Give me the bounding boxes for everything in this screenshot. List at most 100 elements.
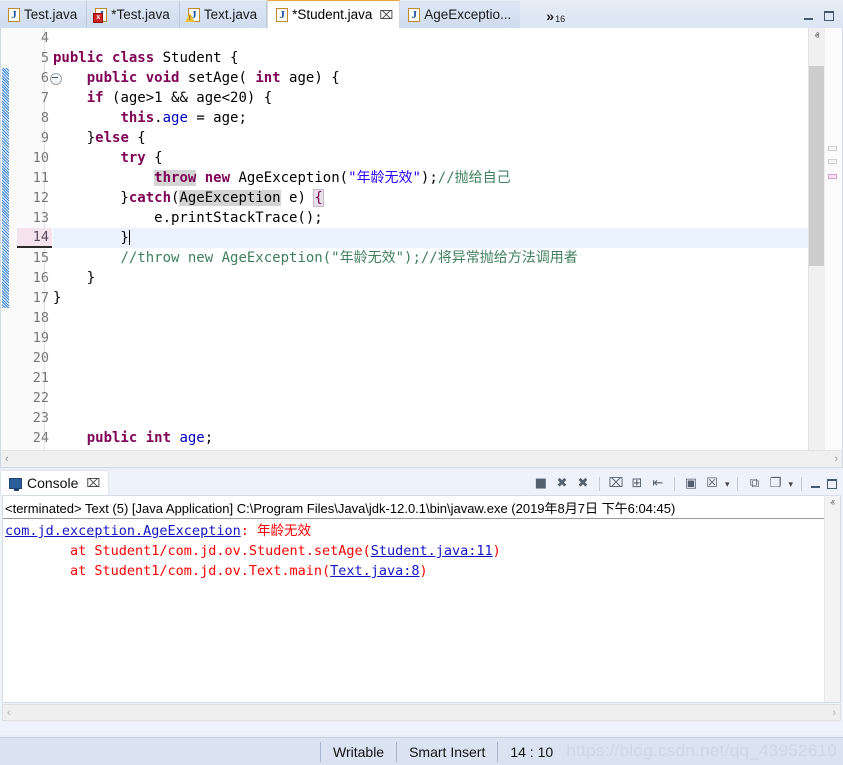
code-line[interactable]: throw new AgeException("年龄无效");//抛给自己: [53, 168, 842, 188]
hscroll-right-arrow-icon[interactable]: ›: [832, 707, 836, 719]
console-text: at Student1/com.jd.ov.Text.main(: [5, 563, 330, 579]
tab-overflow-button[interactable]: » 16: [546, 8, 565, 28]
code-token: e): [281, 190, 315, 206]
editor-tab-studentjava[interactable]: *Student.java ⌧: [267, 0, 400, 29]
hscroll-left-arrow-icon[interactable]: ‹: [7, 707, 11, 719]
editor-tab-textjava[interactable]: Text.java: [180, 1, 267, 28]
maximize-icon[interactable]: [826, 479, 837, 489]
code-line[interactable]: //throw new AgeException("年龄无效");//将异常抛给…: [53, 248, 842, 268]
stack-trace-link[interactable]: Text.java:8: [330, 563, 419, 579]
editor-overview-ruler[interactable]: [824, 28, 842, 450]
code-line[interactable]: [53, 408, 842, 428]
code-area[interactable]: 4 5 6 7 8 9 10 11 12 13 14 15 16 17 18 19 20 21 22 23 24 pub…: [1, 28, 842, 467]
console-horizontal-scrollbar[interactable]: ‹ ›: [2, 704, 841, 721]
scroll-up-arrow-icon[interactable]: ⱏ: [825, 496, 840, 511]
code-line[interactable]: [53, 348, 842, 368]
code-line[interactable]: this.age = age;: [53, 108, 842, 128]
console-output-line: at Student1/com.jd.ov.Student.setAge(Stu…: [3, 541, 840, 561]
new-console-view-button[interactable]: ❐: [767, 476, 783, 492]
code-line[interactable]: if (age>1 && age<20) {: [53, 88, 842, 108]
minimize-icon[interactable]: [803, 11, 814, 21]
code-line[interactable]: e.printStackTrace();: [53, 208, 842, 228]
terminate-remove-button[interactable]: ✖: [554, 476, 570, 492]
clear-console-icon: ⌧: [608, 476, 624, 492]
code-line[interactable]: [53, 328, 842, 348]
java-file-icon: [276, 8, 288, 22]
code-line[interactable]: [53, 368, 842, 388]
code-token: setAge(: [188, 70, 255, 86]
java-file-icon: [408, 8, 420, 22]
code-token: void: [146, 70, 188, 86]
code-editor[interactable]: 4 5 6 7 8 9 10 11 12 13 14 15 16 17 18 19 20 21 22 23 24 pub…: [0, 28, 843, 468]
editor-vertical-scrollbar[interactable]: ⱏ ⱟ: [808, 28, 825, 450]
console-output-panel[interactable]: <terminated> Text (5) [Java Application]…: [2, 495, 841, 703]
code-token: public: [53, 50, 112, 66]
code-token: }: [53, 230, 129, 246]
remove-all-terminated-button[interactable]: ✖: [575, 476, 591, 492]
tab-overflow-count: 16: [555, 14, 565, 24]
show-console-when-output-button[interactable]: ⇤: [650, 476, 666, 492]
code-lines[interactable]: public class Student { public void setAg…: [45, 28, 842, 467]
code-line[interactable]: [53, 308, 842, 328]
hscroll-left-arrow-icon[interactable]: ‹: [5, 453, 9, 465]
scroll-lock-button[interactable]: ⊞: [629, 476, 645, 492]
close-icon[interactable]: ⌧: [379, 9, 393, 21]
console-vertical-scrollbar[interactable]: ⱏ ⱟ: [824, 496, 840, 702]
stack-trace-link[interactable]: Student.java:11: [371, 543, 493, 559]
tab-console[interactable]: Console ⌧: [0, 470, 109, 495]
remove-all-terminated-icon: ✖: [575, 476, 591, 492]
console-view: Console ⌧ ■ ✖ ✖ ⌧ ⊞ ⇤ ▣ ☒ ▾ ⧉ ❐ ▾ <terminated> Text…: [0, 470, 843, 735]
code-token: (age>1 && age<20) {: [112, 90, 272, 106]
editor-scrollbar-thumb[interactable]: [809, 66, 825, 266]
clear-console-button[interactable]: ⌧: [608, 476, 624, 492]
code-line[interactable]: }: [53, 228, 842, 248]
code-token: [53, 110, 120, 126]
scroll-down-arrow-icon[interactable]: ⱟ: [825, 687, 840, 702]
editor-tab-testjava[interactable]: x *Test.java: [87, 1, 180, 28]
scroll-up-arrow-icon[interactable]: ⱏ: [809, 28, 825, 45]
warning-badge-icon: [185, 13, 195, 22]
editor-horizontal-scrollbar[interactable]: ‹ ›: [1, 450, 842, 467]
code-line[interactable]: }catch(AgeException e) {: [53, 188, 842, 208]
stop-icon: ■: [533, 476, 549, 492]
overview-marker[interactable]: [828, 146, 837, 151]
code-line[interactable]: [53, 388, 842, 408]
maximize-icon[interactable]: [823, 11, 834, 21]
code-token: [53, 170, 154, 186]
console-text: at Student1/com.jd.ov.Student.setAge(: [5, 543, 371, 559]
open-console-button[interactable]: ⧉: [746, 476, 762, 492]
code-line[interactable]: public int age;: [53, 428, 842, 448]
status-writable: Writable: [320, 742, 396, 762]
code-line[interactable]: public class Student {: [53, 48, 842, 68]
console-stack-trace[interactable]: com.jd.exception.AgeException: 年龄无效 at S…: [3, 521, 840, 581]
code-token: int: [146, 430, 180, 446]
chevron-down-icon[interactable]: ▾: [725, 479, 730, 490]
scroll-down-arrow-icon[interactable]: ⱟ: [809, 433, 825, 450]
stop-button[interactable]: ■: [533, 476, 549, 492]
chevron-down-icon[interactable]: ▾: [788, 479, 793, 490]
code-line[interactable]: public void setAge( int age) {: [53, 68, 842, 88]
code-token: class: [112, 50, 163, 66]
editor-tab-ageexceptio[interactable]: AgeExceptio...: [400, 1, 520, 28]
code-line[interactable]: }else {: [53, 128, 842, 148]
code-line[interactable]: try {: [53, 148, 842, 168]
hscroll-right-arrow-icon[interactable]: ›: [834, 453, 838, 465]
editor-tab-testjava[interactable]: Test.java: [0, 1, 87, 28]
stack-trace-link[interactable]: com.jd.exception.AgeException: [5, 523, 241, 539]
code-token: [53, 250, 120, 266]
minimize-icon[interactable]: [810, 479, 821, 489]
code-token: AgeException: [179, 190, 280, 206]
overview-marker[interactable]: [828, 159, 837, 164]
code-line[interactable]: }: [53, 268, 842, 288]
display-selected-console-icon: ☒: [704, 476, 720, 492]
code-token: ;: [205, 430, 213, 446]
toolbar-separator: [599, 477, 600, 491]
close-icon[interactable]: ⌧: [86, 477, 100, 489]
pin-console-button[interactable]: ▣: [683, 476, 699, 492]
code-line[interactable]: }: [53, 288, 842, 308]
overview-marker-current[interactable]: [828, 174, 837, 179]
chevron-double-right-icon: »: [546, 8, 554, 24]
code-token: = age;: [188, 110, 247, 126]
display-selected-console-button[interactable]: ☒: [704, 476, 720, 492]
code-line[interactable]: [53, 28, 842, 48]
